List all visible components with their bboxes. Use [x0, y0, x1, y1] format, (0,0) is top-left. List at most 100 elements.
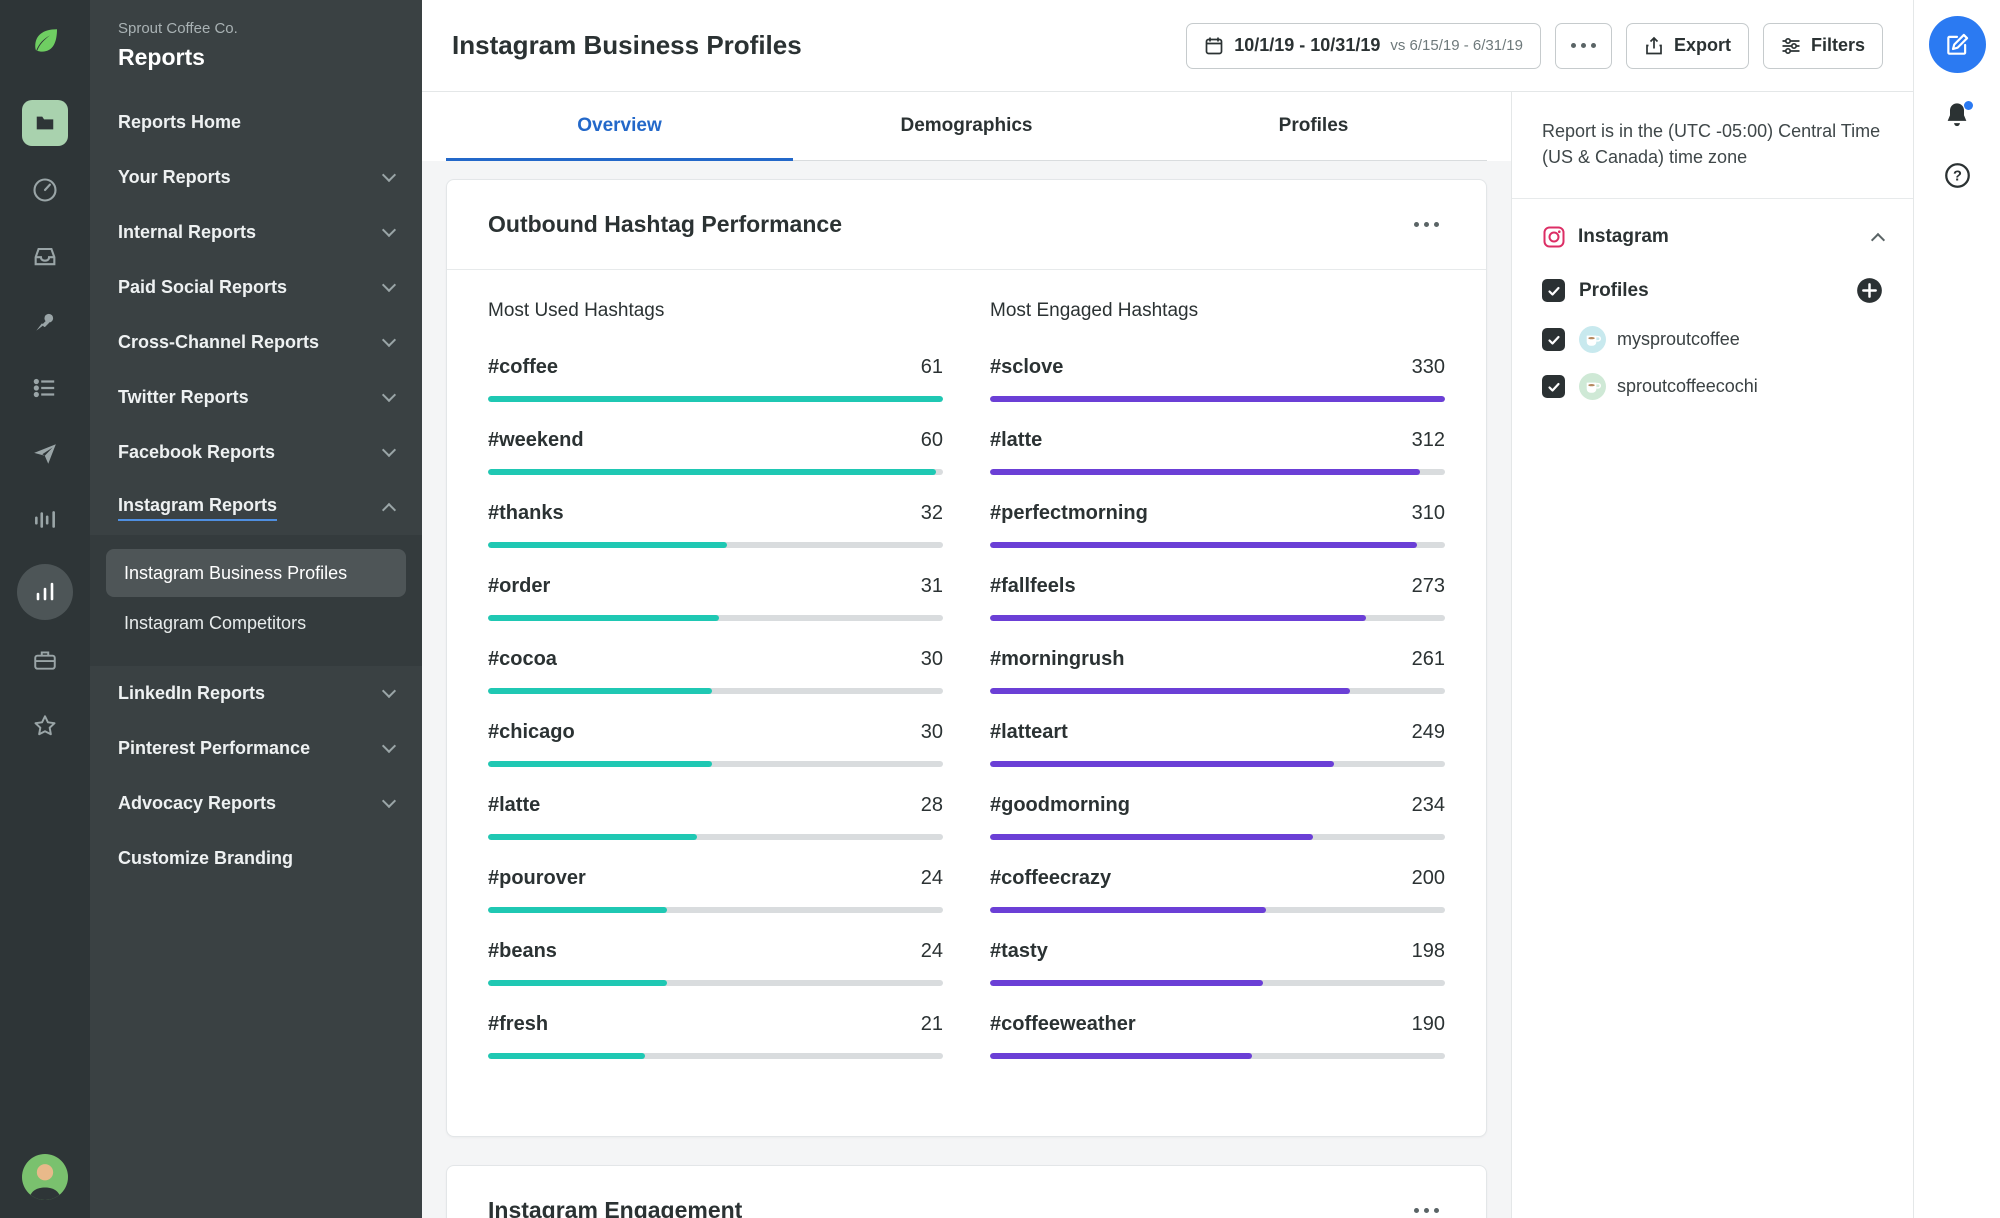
hashtag-value: 310 [1411, 502, 1445, 524]
filters-button[interactable]: Filters [1762, 22, 1883, 69]
hashtag-value: 261 [1411, 648, 1445, 670]
profile-checkbox-checked[interactable] [1542, 328, 1565, 352]
profiles-label: Profiles [1579, 279, 1649, 301]
notification-dot [1964, 101, 1973, 110]
hashtag-label: #coffee [488, 356, 559, 378]
hashtag-bar-fill [488, 542, 727, 548]
sprout-logo[interactable] [27, 16, 63, 68]
sidebar-item-cross-channel-reports[interactable]: Cross-Channel Reports [90, 315, 422, 370]
card-header: Outbound Hashtag Performance [447, 180, 1486, 270]
hashtag-bar-fill [488, 1053, 645, 1059]
sidebar-item-reports-home[interactable]: Reports Home [90, 95, 422, 150]
hashtag-label: #chicago [488, 721, 575, 743]
main-content: Overview Demographics Profiles Outbound Ha… [422, 92, 1511, 1218]
sidebar-item-label: Advocacy Reports [118, 792, 277, 813]
integrations-nav-button[interactable] [32, 646, 58, 674]
date-range-button[interactable]: 10/1/19 - 10/31/19 vs 6/15/19 - 6/31/19 [1186, 22, 1541, 69]
profile-avatar [1579, 373, 1606, 401]
instagram-network-row[interactable]: Instagram [1512, 199, 1913, 265]
reports-sidebar: Sprout Coffee Co. Reports Reports Home Yo… [90, 0, 422, 1218]
hashtag-bar-track [990, 396, 1445, 402]
messages-nav-button[interactable] [32, 440, 58, 468]
add-profile-button[interactable] [1856, 277, 1883, 304]
sidebar-item-facebook-reports[interactable]: Facebook Reports [90, 425, 422, 480]
hashtag-bar-fill [990, 615, 1367, 621]
hashtag-bar-fill [990, 761, 1334, 767]
profile-row: sproutcoffeecochi [1512, 363, 1913, 410]
tabs-strip: Overview Demographics Profiles [422, 92, 1511, 161]
hashtag-row: #goodmorning 234 [990, 794, 1445, 840]
hashtag-bar-fill [488, 907, 667, 913]
hashtag-bar-track [990, 542, 1445, 548]
hashtag-bar-track [488, 907, 943, 913]
sidebar-item-your-reports[interactable]: Your Reports [90, 150, 422, 205]
sidebar-subitem-instagram-business-profiles[interactable]: Instagram Business Profiles [106, 549, 406, 598]
export-button[interactable]: Export [1625, 22, 1749, 69]
hashtag-label: #latte [990, 429, 1043, 451]
card-more-button[interactable] [1408, 1202, 1445, 1218]
hashtag-bar-fill [488, 688, 712, 694]
hashtag-bar-fill [990, 396, 1445, 402]
tab-overview[interactable]: Overview [446, 92, 793, 161]
profile-name: mysproutcoffee [1617, 329, 1740, 350]
folder-icon [36, 116, 54, 130]
chevron-up-icon[interactable] [1870, 232, 1886, 247]
help-button[interactable]: ? [1944, 162, 1971, 194]
sidebar-item-instagram-reports[interactable]: Instagram Reports [90, 480, 422, 535]
tab-profiles[interactable]: Profiles [1140, 92, 1487, 160]
hashtag-bar-track [990, 907, 1445, 913]
compose-button[interactable] [1928, 16, 1986, 73]
hashtag-value: 312 [1411, 429, 1445, 451]
sidebar-item-paid-social-reports[interactable]: Paid Social Reports [90, 260, 422, 315]
check-icon [1547, 286, 1560, 296]
sidebar-item-customize-branding[interactable]: Customize Branding [90, 831, 422, 886]
hashtag-bar-track [488, 615, 943, 621]
hashtag-row: #coffeecrazy 200 [990, 867, 1445, 913]
listening-nav-button[interactable] [32, 506, 58, 534]
hashtag-label: #fallfeels [990, 575, 1076, 597]
hashtag-rows: #sclove 330 #latte 312 #perfectmorning 310 #fa… [990, 356, 1445, 1059]
sidebar-subitem-instagram-competitors[interactable]: Instagram Competitors [106, 599, 406, 647]
chevron-down-icon [381, 222, 397, 238]
speedometer-icon [33, 178, 57, 202]
favorites-nav-button[interactable] [32, 712, 58, 740]
coffee-cup-avatar-icon [1579, 326, 1606, 354]
notifications-button[interactable] [1943, 101, 1973, 134]
publishing-nav-button[interactable] [32, 308, 58, 336]
hashtag-bar-track [488, 688, 943, 694]
reports-nav-button-active[interactable] [17, 564, 73, 620]
hashtag-label: #morningrush [990, 648, 1125, 670]
sidebar-item-label: LinkedIn Reports [118, 682, 266, 703]
tasks-nav-button[interactable] [32, 374, 58, 402]
sidebar-item-twitter-reports[interactable]: Twitter Reports [90, 370, 422, 425]
hashtag-bar-fill [488, 615, 720, 621]
most-used-hashtags-column: Most Used Hashtags #coffee 61 #weekend 60 #t… [488, 300, 943, 1086]
sidebar-item-pinterest-performance[interactable]: Pinterest Performance [90, 721, 422, 776]
hashtag-bar-fill [488, 980, 667, 986]
inbox-nav-button[interactable] [31, 242, 59, 270]
profile-checkbox-checked[interactable] [1542, 375, 1565, 399]
sidebar-item-advocacy-reports[interactable]: Advocacy Reports [90, 776, 422, 831]
hashtag-value: 190 [1411, 1013, 1445, 1035]
sidebar-item-linkedin-reports[interactable]: LinkedIn Reports [90, 666, 422, 721]
hashtag-row: #tasty 198 [990, 940, 1445, 986]
hashtag-row: #latte 312 [990, 429, 1445, 475]
sidebar-item-internal-reports[interactable]: Internal Reports [90, 205, 422, 260]
chevron-down-icon [381, 167, 397, 183]
hashtag-bar-fill [990, 469, 1420, 475]
check-icon [1547, 335, 1560, 345]
user-avatar[interactable] [22, 1154, 68, 1200]
check-icon [1547, 382, 1560, 392]
more-options-button[interactable] [1554, 22, 1612, 69]
card-more-button[interactable] [1408, 216, 1445, 233]
profiles-checkbox-checked[interactable] [1542, 279, 1565, 303]
hashtag-row: #pourover 24 [488, 867, 943, 913]
report-filters-panel: Report is in the (UTC -05:00) Central Ti… [1511, 92, 1913, 1218]
dashboard-nav-button[interactable] [31, 176, 59, 204]
folder-nav-button[interactable] [22, 100, 68, 146]
sidebar-item-label: Your Reports [118, 167, 231, 187]
hashtag-bar-track [488, 469, 943, 475]
tab-demographics[interactable]: Demographics [793, 92, 1140, 160]
hashtag-value: 330 [1411, 356, 1445, 378]
profile-avatar [1579, 326, 1606, 354]
